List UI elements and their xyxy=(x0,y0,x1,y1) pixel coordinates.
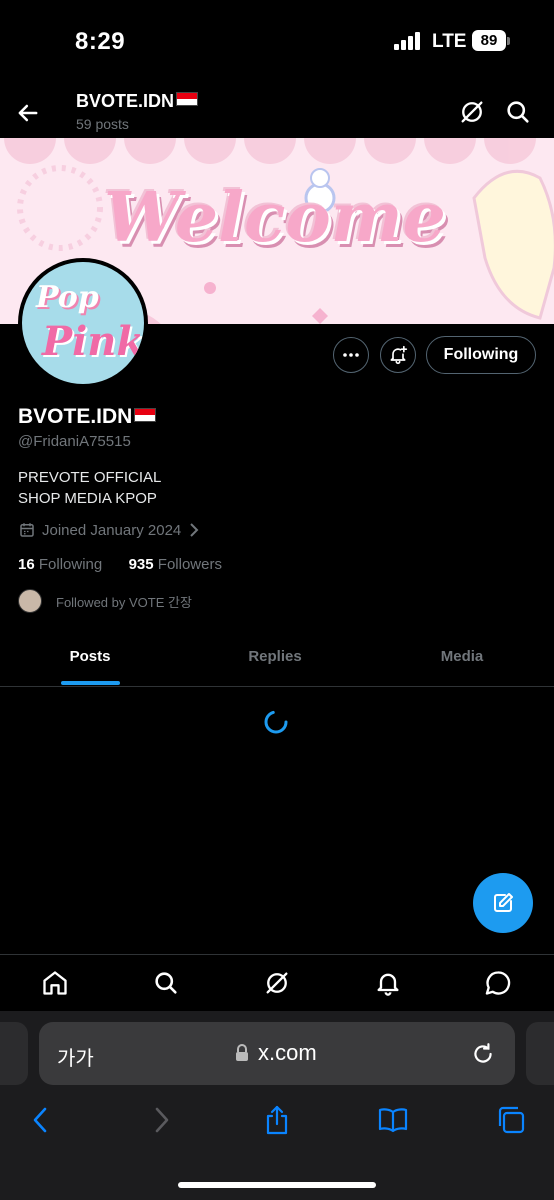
search-icon[interactable] xyxy=(504,98,532,126)
follower-avatar xyxy=(18,589,42,613)
bookmarks-icon[interactable] xyxy=(377,1104,409,1136)
bell-plus-icon xyxy=(390,345,408,365)
next-tab-preview[interactable] xyxy=(526,1022,554,1085)
active-tab-indicator xyxy=(61,681,120,685)
compose-post-button[interactable] xyxy=(473,873,533,933)
profile-handle: @FridaniA75515 xyxy=(18,433,131,450)
following-stat[interactable]: 16 Following xyxy=(18,556,102,573)
follow-stats: 16 Following 935 Followers xyxy=(18,556,222,573)
bottom-nav xyxy=(0,954,554,1011)
header-title: BVOTE.IDN xyxy=(76,91,199,112)
notifications-icon[interactable] xyxy=(374,969,402,997)
following-button[interactable]: Following xyxy=(426,336,536,374)
status-time: 8:29 xyxy=(75,28,126,55)
tab-replies[interactable]: Replies xyxy=(215,648,335,665)
avatar-logo-text-2: Pink xyxy=(42,318,144,365)
network-label: LTE xyxy=(432,31,467,52)
notifications-button[interactable] xyxy=(380,337,416,373)
compose-icon xyxy=(494,893,513,912)
banner-welcome-text: Welcome xyxy=(104,178,446,258)
indonesia-flag-icon xyxy=(134,408,157,422)
home-indicator xyxy=(178,1182,376,1188)
bio-line-1: PREVOTE OFFICIAL xyxy=(18,469,162,486)
indonesia-flag-icon xyxy=(176,92,199,106)
explore-search-icon[interactable] xyxy=(152,969,180,997)
tab-media[interactable]: Media xyxy=(402,648,522,665)
joined-date[interactable]: Joined January 2024 xyxy=(18,521,201,539)
url-text: x.com xyxy=(258,1040,317,1065)
followers-stat[interactable]: 935 Followers xyxy=(129,556,222,573)
previous-tab-preview[interactable] xyxy=(0,1022,28,1085)
browser-back-icon[interactable] xyxy=(25,1104,57,1136)
calendar-icon xyxy=(20,523,34,537)
loading-spinner-icon xyxy=(264,710,288,734)
messages-icon[interactable] xyxy=(484,969,512,997)
profile-avatar[interactable]: Pop Pink xyxy=(18,258,148,388)
tab-divider xyxy=(0,686,554,687)
joined-text: Joined January 2024 xyxy=(42,521,182,539)
url-display[interactable]: x.com xyxy=(234,1040,317,1066)
bio-line-2: SHOP MEDIA KPOP xyxy=(18,490,157,507)
reload-icon[interactable] xyxy=(470,1041,496,1067)
battery-icon: 89 xyxy=(472,30,506,51)
more-icon xyxy=(343,353,359,357)
home-icon[interactable] xyxy=(41,969,69,997)
battery-tip xyxy=(507,37,510,45)
profile-name-text: BVOTE.IDN xyxy=(18,405,133,428)
followed-by[interactable]: Followed by VOTE 간장 xyxy=(18,589,192,613)
back-arrow-icon[interactable] xyxy=(14,99,42,127)
avatar-logo-text: Pop xyxy=(36,280,99,315)
post-count: 59 posts xyxy=(76,116,129,132)
grok-icon[interactable] xyxy=(458,98,486,126)
lock-icon xyxy=(236,1044,248,1061)
followed-by-text: Followed by VOTE 간장 xyxy=(56,594,192,610)
following-label: Following xyxy=(38,556,103,573)
signal-icon xyxy=(394,32,420,50)
followers-count: 935 xyxy=(128,556,154,573)
header-title-text: BVOTE.IDN xyxy=(76,91,175,111)
more-options-button[interactable] xyxy=(333,337,369,373)
profile-bio: PREVOTE OFFICIAL SHOP MEDIA KPOP xyxy=(18,467,161,509)
chevron-right-icon xyxy=(190,523,199,537)
grok-nav-icon[interactable] xyxy=(263,969,291,997)
tab-posts[interactable]: Posts xyxy=(30,648,150,665)
tabs-icon[interactable] xyxy=(495,1104,527,1136)
following-count: 16 xyxy=(18,556,35,573)
text-size-button[interactable]: 가가 xyxy=(57,1042,94,1071)
browser-forward-icon[interactable] xyxy=(145,1104,177,1136)
profile-name: BVOTE.IDN xyxy=(18,405,157,429)
followers-label: Followers xyxy=(157,556,222,573)
avatar-image: Pop Pink xyxy=(22,262,144,384)
share-icon[interactable] xyxy=(261,1104,293,1136)
